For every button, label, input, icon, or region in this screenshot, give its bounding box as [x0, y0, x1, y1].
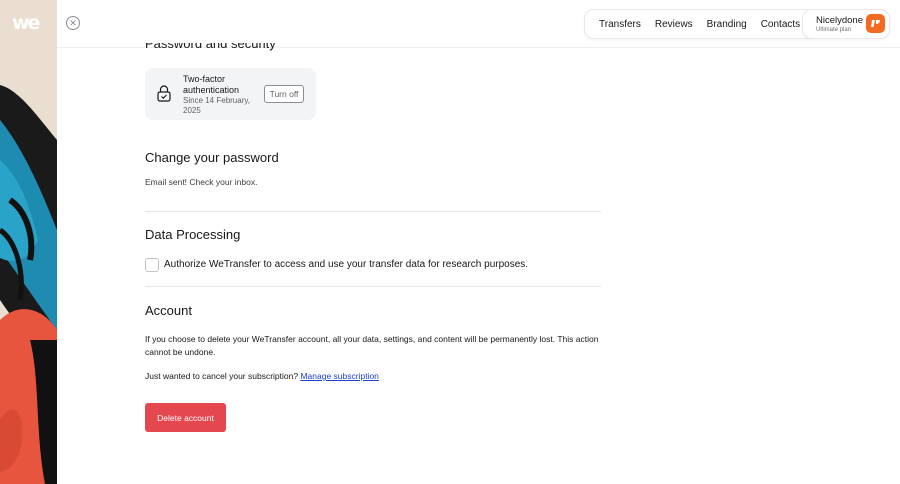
close-button[interactable]: ✕ — [66, 16, 80, 30]
password-status: Email sent! Check your inbox. — [145, 177, 258, 187]
cancel-prompt: Just wanted to cancel your subscription? — [145, 371, 299, 381]
delete-warning: If you choose to delete your WeTransfer … — [145, 334, 599, 357]
divider — [145, 286, 601, 287]
lock-icon — [157, 85, 171, 102]
account-heading: Account — [145, 303, 192, 318]
research-consent-checkbox[interactable] — [145, 258, 159, 272]
close-icon: ✕ — [69, 17, 77, 28]
two-factor-card: Two-factor authentication Since 14 Febru… — [145, 68, 316, 120]
cancel-subscription-line: Just wanted to cancel your subscription?… — [145, 371, 379, 381]
data-processing-heading: Data Processing — [145, 227, 241, 242]
settings-panel: ✕ Transfers Reviews Branding Contacts Ni… — [57, 0, 900, 484]
main-nav: Transfers Reviews Branding Contacts — [584, 9, 816, 39]
account-plan: Ultimate plan — [816, 26, 852, 33]
turn-off-button[interactable]: Turn off — [264, 85, 304, 103]
nav-contacts[interactable]: Contacts — [761, 19, 800, 30]
delete-account-button[interactable]: Delete account — [145, 403, 226, 432]
avatar[interactable] — [866, 14, 885, 33]
abstract-art — [0, 0, 57, 484]
account-menu[interactable]: Nicelydone Ultimate plan — [802, 9, 890, 39]
two-factor-since: Since 14 February, 2025 — [183, 96, 250, 115]
brand-mark-icon — [871, 20, 880, 27]
change-password-heading: Change your password — [145, 150, 279, 165]
divider — [145, 211, 601, 212]
wetransfer-logo[interactable]: we — [12, 14, 40, 33]
decorative-background: we — [0, 0, 57, 484]
account-name: Nicelydone — [816, 14, 863, 26]
nav-transfers[interactable]: Transfers — [599, 19, 641, 30]
manage-subscription-link[interactable]: Manage subscription — [300, 371, 378, 381]
nav-branding[interactable]: Branding — [707, 19, 747, 30]
research-consent-label[interactable]: Authorize WeTransfer to access and use y… — [164, 259, 528, 270]
nav-reviews[interactable]: Reviews — [655, 19, 693, 30]
two-factor-title: Two-factor authentication — [183, 74, 240, 95]
